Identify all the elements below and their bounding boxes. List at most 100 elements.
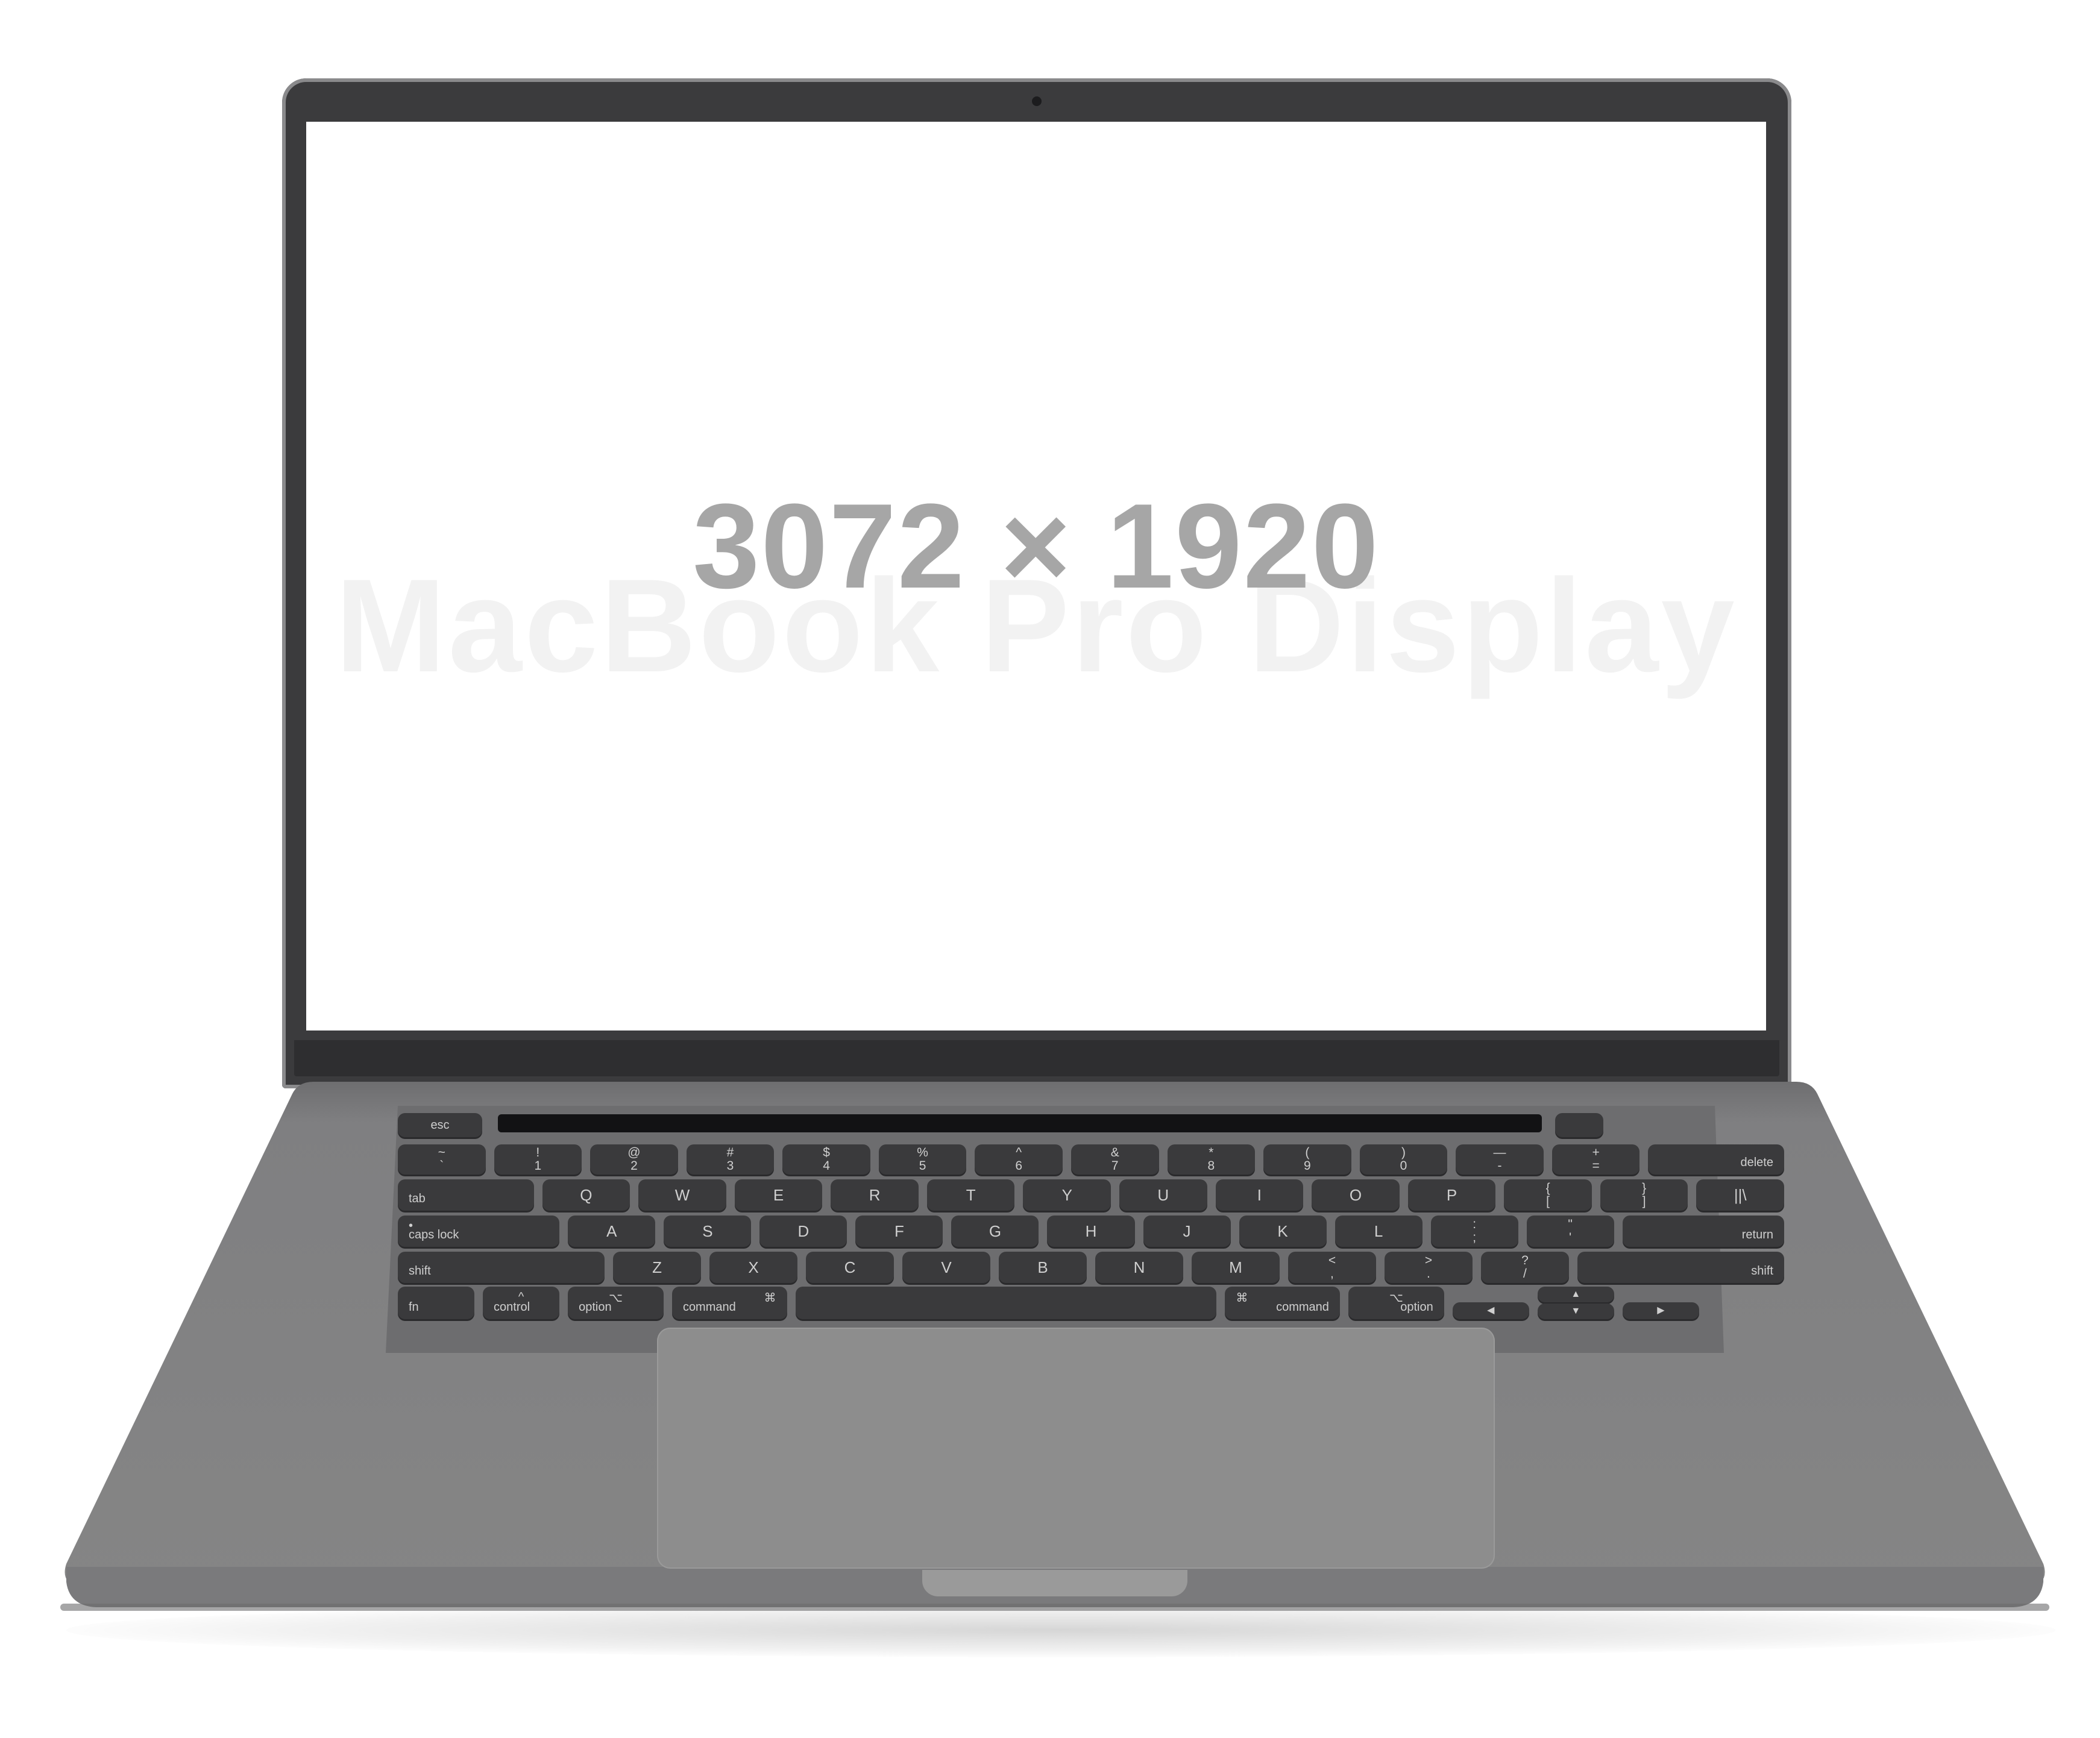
- key-label: R: [869, 1186, 881, 1204]
- key-label: delete: [1740, 1156, 1773, 1169]
- key-esc[interactable]: esc: [398, 1113, 482, 1137]
- key-label: * 8: [1207, 1146, 1215, 1173]
- key-label: fn: [409, 1300, 419, 1314]
- key-m[interactable]: M: [1191, 1252, 1280, 1283]
- key-label: A: [606, 1222, 617, 1240]
- key-8[interactable]: * 8: [1167, 1144, 1256, 1175]
- key-return[interactable]: return: [1622, 1216, 1784, 1247]
- key-label: E: [773, 1186, 784, 1204]
- key-1[interactable]: ! 1: [494, 1144, 582, 1175]
- key-a[interactable]: A: [568, 1216, 656, 1247]
- key-y[interactable]: Y: [1023, 1179, 1111, 1211]
- key-n[interactable]: N: [1095, 1252, 1183, 1283]
- key-label: ! 1: [534, 1146, 542, 1173]
- key-s[interactable]: S: [664, 1216, 752, 1247]
- key-fn[interactable]: fn: [398, 1287, 475, 1319]
- key-3[interactable]: # 3: [686, 1144, 775, 1175]
- key-label: shift: [409, 1264, 431, 1278]
- key-blank[interactable]: ~ `: [398, 1144, 486, 1175]
- key-label: " ': [1568, 1217, 1573, 1244]
- key-touch-id[interactable]: [1555, 1113, 1603, 1137]
- key-label: ▲: [1571, 1289, 1581, 1299]
- key-command[interactable]: ⌘ command: [671, 1287, 787, 1319]
- key-d[interactable]: D: [759, 1216, 847, 1247]
- key-c[interactable]: C: [806, 1252, 894, 1283]
- key-blank[interactable]: — -: [1456, 1144, 1544, 1175]
- key-label: D: [797, 1222, 810, 1240]
- key-l[interactable]: L: [1335, 1216, 1423, 1247]
- key-shift[interactable]: shift: [398, 1252, 605, 1283]
- key-control[interactable]: ^ control: [483, 1287, 560, 1319]
- key-label: ||\: [1734, 1186, 1747, 1204]
- key-command[interactable]: ⌘ command: [1225, 1287, 1340, 1319]
- key-o[interactable]: O: [1312, 1179, 1400, 1211]
- key-label: $ 4: [823, 1146, 830, 1173]
- key-9[interactable]: ( 9: [1263, 1144, 1351, 1175]
- key-label: U: [1157, 1186, 1169, 1204]
- key-blank[interactable]: ||\: [1696, 1179, 1784, 1211]
- key-q[interactable]: Q: [542, 1179, 630, 1211]
- key-blank[interactable]: + =: [1551, 1144, 1640, 1175]
- key-caps-lock[interactable]: • caps lock: [398, 1216, 560, 1247]
- arrow-key-down[interactable]: ▼: [1537, 1304, 1614, 1319]
- key-blank[interactable]: { [: [1504, 1179, 1592, 1211]
- key-option[interactable]: ⌥ option: [568, 1287, 664, 1319]
- key-blank[interactable]: < ,: [1287, 1252, 1376, 1283]
- key-space[interactable]: [795, 1287, 1217, 1319]
- display-screen[interactable]: MacBook Pro Display 3072 × 1920: [306, 122, 1766, 1031]
- key-k[interactable]: K: [1239, 1216, 1327, 1247]
- key-label: & 7: [1110, 1146, 1119, 1173]
- key-0[interactable]: ) 0: [1359, 1144, 1448, 1175]
- key-w[interactable]: W: [638, 1179, 726, 1211]
- key-tab[interactable]: tab: [398, 1179, 534, 1211]
- key-label: X: [748, 1258, 759, 1276]
- key-blank[interactable]: " ': [1526, 1216, 1614, 1247]
- key-j[interactable]: J: [1143, 1216, 1231, 1247]
- key-label: H: [1085, 1222, 1097, 1240]
- key-label: ▶: [1657, 1305, 1665, 1316]
- key-label: ▼: [1571, 1306, 1581, 1316]
- key-label: ^ 6: [1015, 1146, 1023, 1173]
- key-4[interactable]: $ 4: [782, 1144, 870, 1175]
- key-b[interactable]: B: [999, 1252, 1087, 1283]
- key-label: < ,: [1328, 1253, 1336, 1281]
- key-7[interactable]: & 7: [1070, 1144, 1159, 1175]
- key-f[interactable]: F: [855, 1216, 943, 1247]
- arrow-key-left[interactable]: ◀: [1452, 1302, 1529, 1319]
- key-2[interactable]: @ 2: [590, 1144, 678, 1175]
- key-blank[interactable]: } ]: [1600, 1179, 1688, 1211]
- arrow-key-right[interactable]: ▶: [1622, 1302, 1699, 1319]
- key-e[interactable]: E: [734, 1179, 823, 1211]
- command-icon: ⌘: [764, 1291, 776, 1305]
- key-label: ~ `: [438, 1146, 445, 1173]
- key-delete[interactable]: delete: [1648, 1144, 1784, 1175]
- key-z[interactable]: Z: [613, 1252, 702, 1283]
- key-shift[interactable]: shift: [1577, 1252, 1784, 1283]
- key-label: # 3: [726, 1146, 734, 1173]
- key-label: P: [1446, 1186, 1457, 1204]
- arrow-key-up[interactable]: ▲: [1537, 1287, 1614, 1302]
- key-label: option: [579, 1300, 612, 1314]
- key-i[interactable]: I: [1215, 1179, 1304, 1211]
- key-g[interactable]: G: [951, 1216, 1039, 1247]
- key-label: command: [1276, 1300, 1329, 1314]
- trackpad[interactable]: [657, 1328, 1495, 1569]
- key-blank[interactable]: : ;: [1430, 1216, 1518, 1247]
- key-5[interactable]: % 5: [878, 1144, 967, 1175]
- key-label: J: [1183, 1222, 1191, 1240]
- key-t[interactable]: T: [926, 1179, 1015, 1211]
- key-p[interactable]: P: [1407, 1179, 1496, 1211]
- key-v[interactable]: V: [902, 1252, 990, 1283]
- key-label: N: [1133, 1258, 1145, 1276]
- key-blank[interactable]: ? /: [1480, 1252, 1569, 1283]
- key-blank[interactable]: > .: [1384, 1252, 1473, 1283]
- key-label: I: [1257, 1186, 1262, 1204]
- key-6[interactable]: ^ 6: [975, 1144, 1063, 1175]
- key-label: caps lock: [409, 1228, 459, 1241]
- key-option[interactable]: ⌥ option: [1348, 1287, 1444, 1319]
- key-h[interactable]: H: [1047, 1216, 1135, 1247]
- key-r[interactable]: R: [831, 1179, 919, 1211]
- key-u[interactable]: U: [1119, 1179, 1207, 1211]
- key-x[interactable]: X: [709, 1252, 798, 1283]
- touch-bar[interactable]: [498, 1114, 1542, 1132]
